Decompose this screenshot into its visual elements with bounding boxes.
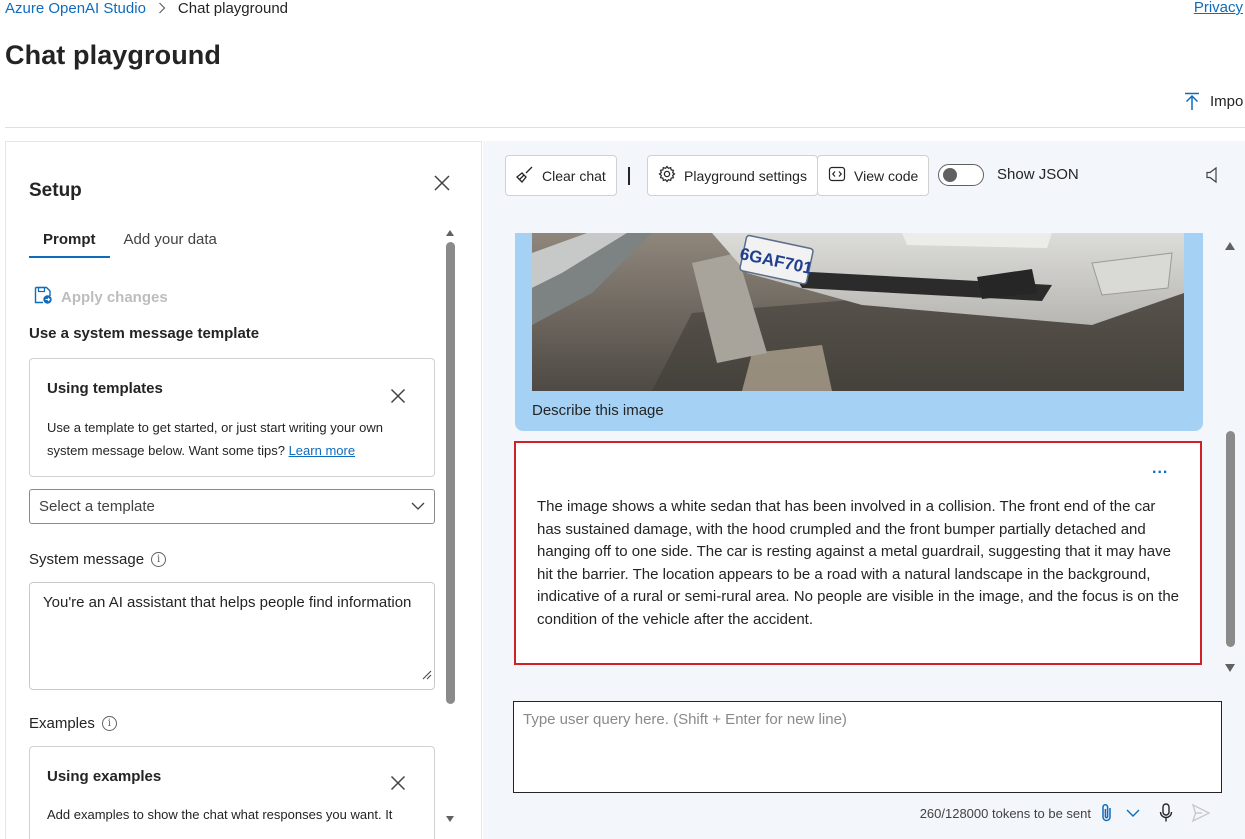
more-options-icon[interactable]: ... [1152,460,1168,478]
clear-chat-label: Clear chat [542,167,606,184]
chat-scrollbar[interactable] [1224,236,1238,676]
examples-card-title: Using examples [47,768,162,785]
system-message-label-text: System message [29,551,145,568]
broom-icon [516,165,534,186]
apply-changes-button[interactable]: Apply changes [33,285,168,309]
upload-icon [1182,91,1202,111]
resize-grip-icon[interactable] [422,665,432,687]
info-icon[interactable]: i [101,716,117,731]
playground-settings-label: Playground settings [684,167,807,184]
send-icon[interactable] [1191,803,1211,828]
paperclip-icon[interactable] [1100,803,1114,828]
show-json-label: Show JSON [997,166,1079,183]
chevron-down-icon [410,499,426,517]
breadcrumb: Azure OpenAI Studio Chat playground [5,0,288,17]
chat-footer: 260/128000 tokens to be sent [483,801,1245,825]
gear-icon [658,165,676,186]
scrollbar-thumb[interactable] [1226,431,1235,647]
clear-chat-button[interactable]: Clear chat [505,155,617,196]
template-section-label: Use a system message template [29,325,260,342]
setup-scrollbar[interactable] [443,220,457,822]
page-title: Chat playground [5,40,221,70]
user-query-placeholder: Type user query here. (Shift + Enter for… [523,711,847,728]
code-icon [828,165,846,186]
chevron-right-icon [158,2,166,14]
tab-prompt[interactable]: Prompt [29,229,110,258]
examples-card-body: Add examples to show the chat what respo… [47,807,393,822]
header-divider [5,127,1245,128]
scroll-down-icon[interactable] [1224,660,1236,678]
template-select[interactable]: Select a template [29,489,435,524]
user-message: 6GAF701 Describe this image [515,233,1203,431]
system-message-label: System message i [29,551,167,568]
microphone-icon[interactable] [1159,803,1173,828]
view-code-label: View code [854,167,919,184]
chevron-down-icon[interactable] [1125,806,1141,824]
toolbar-divider [628,167,630,185]
templates-card-title: Using templates [47,380,163,397]
scroll-up-icon[interactable] [1224,238,1236,256]
setup-title: Setup [29,180,82,201]
close-icon[interactable] [387,385,409,407]
setup-tabs: Prompt Add your data [29,229,231,258]
system-message-textarea[interactable]: You're an AI assistant that helps people… [29,582,435,690]
close-icon[interactable] [387,772,409,794]
breadcrumb-root-link[interactable]: Azure OpenAI Studio [5,0,146,17]
playground-settings-button[interactable]: Playground settings [647,155,818,196]
examples-label-text: Examples [29,715,95,732]
privacy-link[interactable]: Privacy [1194,0,1243,16]
import-label: Impo [1210,92,1244,110]
info-icon[interactable]: i [151,552,167,567]
user-message-text: Describe this image [532,402,664,419]
car-crash-photo: 6GAF701 [532,233,1184,391]
close-icon[interactable] [431,172,453,194]
scrollbar-thumb[interactable] [446,242,455,704]
import-button[interactable]: Impo [1182,91,1243,111]
show-json-toggle[interactable] [938,164,984,186]
assistant-message: ... The image shows a white sedan that h… [514,441,1202,665]
tab-add-your-data[interactable]: Add your data [110,229,231,258]
templates-card-body: Use a template to get started, or just s… [47,416,417,462]
system-message-value: You're an AI assistant that helps people… [43,594,412,611]
learn-more-link[interactable]: Learn more [289,443,355,458]
examples-label: Examples i [29,715,117,732]
save-icon [33,285,53,309]
chat-messages: 6GAF701 Describe this image ... The imag… [483,233,1245,678]
user-query-input[interactable]: Type user query here. (Shift + Enter for… [513,701,1222,793]
templates-info-card: Using templates Use a template to get st… [29,358,435,477]
view-code-button[interactable]: View code [817,155,930,196]
assistant-message-text: The image shows a white sedan that has b… [537,498,1180,628]
apply-changes-label: Apply changes [61,288,168,306]
scroll-down-icon[interactable] [445,810,455,828]
scroll-up-icon[interactable] [445,224,455,242]
speaker-icon[interactable] [1205,166,1221,189]
toggle-knob [943,168,957,182]
examples-info-card: Using examples Add examples to show the … [29,746,435,839]
chat-panel: Clear chat Playground settings View code… [483,141,1245,839]
token-count: 260/128000 tokens to be sent [919,806,1091,821]
setup-panel: Setup Prompt Add your data Apply changes… [5,141,482,839]
template-select-value: Select a template [39,498,155,515]
breadcrumb-current: Chat playground [177,0,288,17]
